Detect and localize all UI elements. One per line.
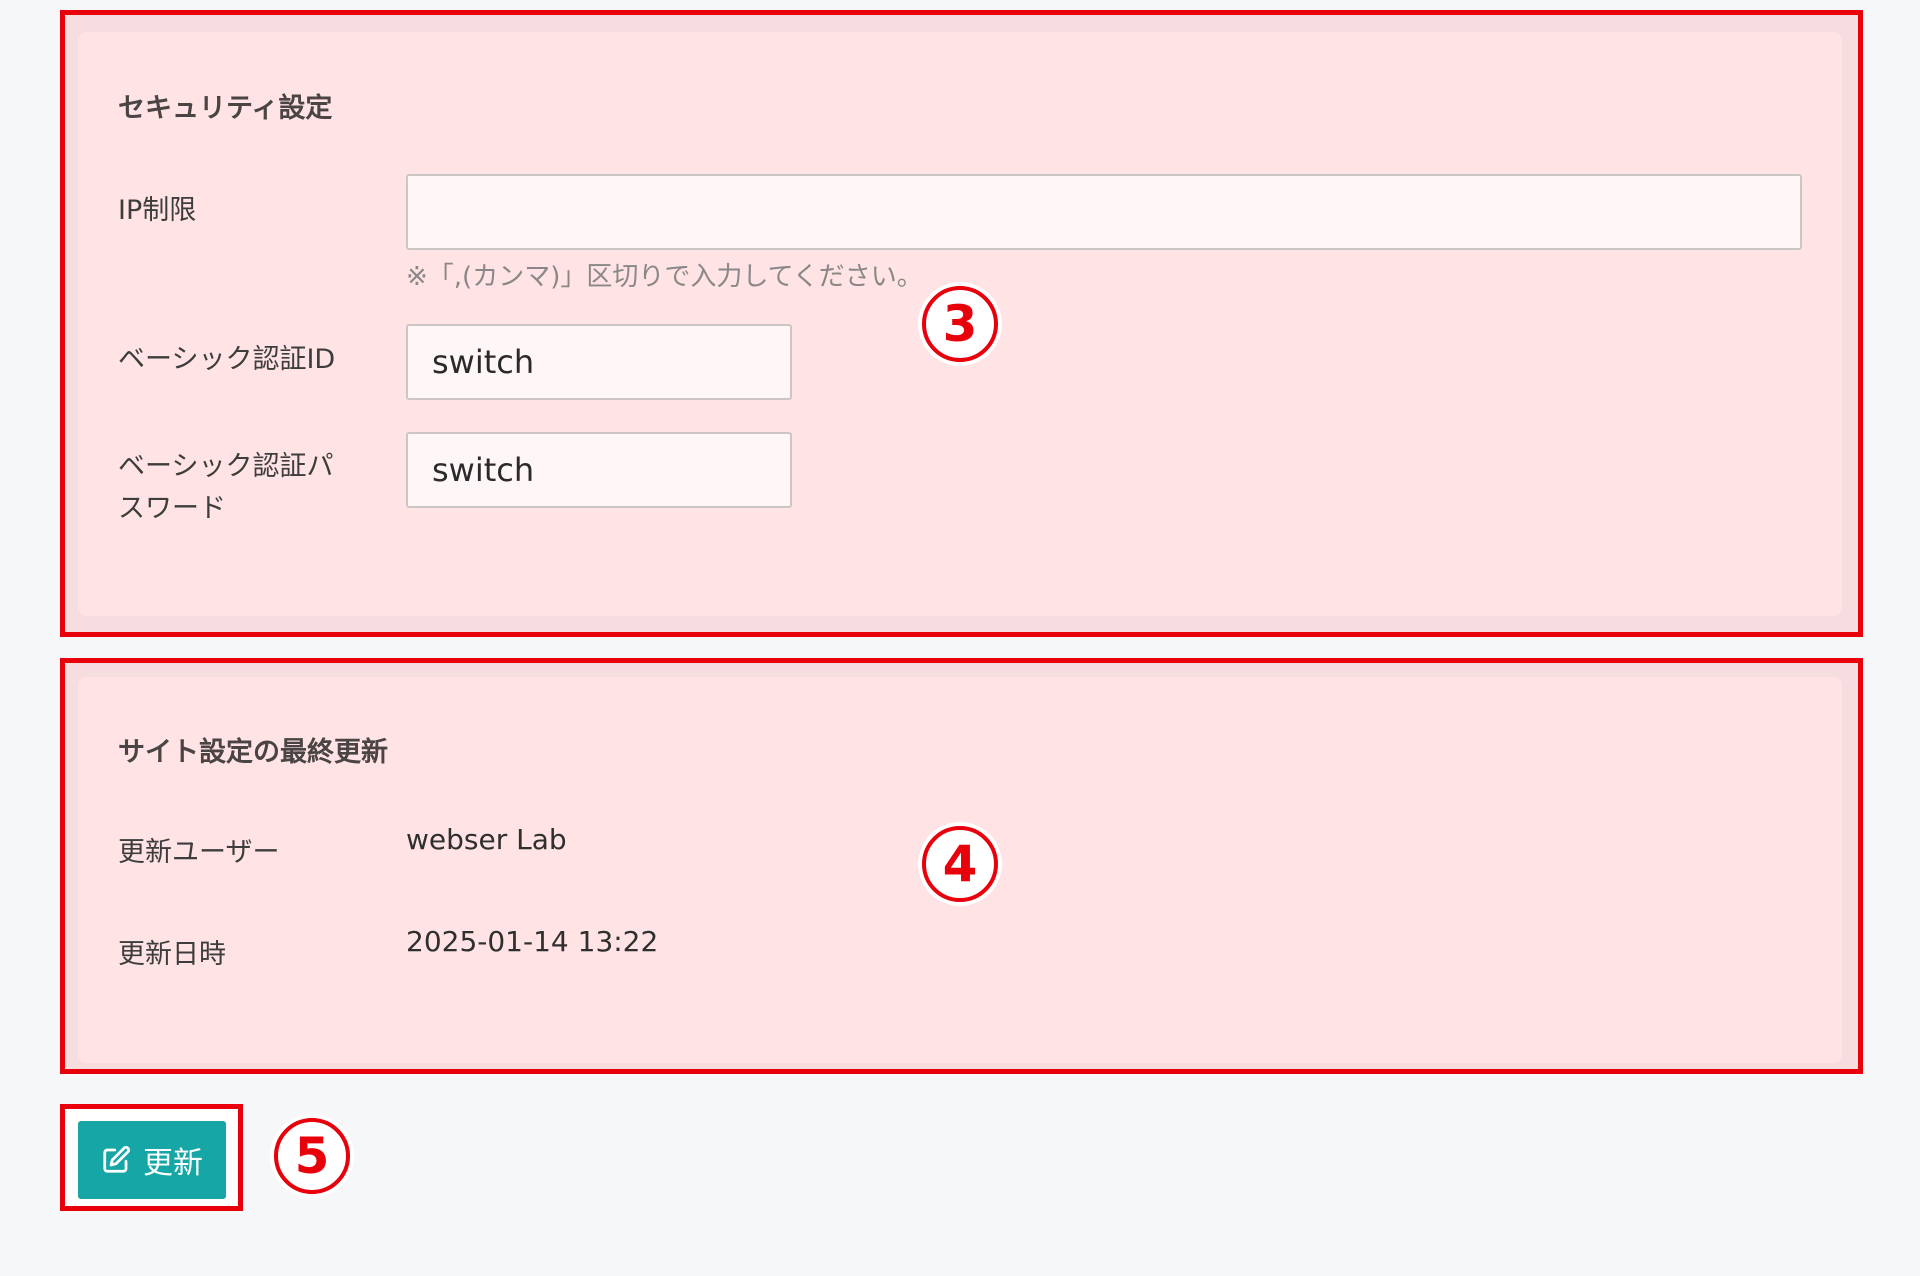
security-settings-title: セキュリティ設定 (118, 93, 333, 124)
last-update-title: サイト設定の最終更新 (118, 737, 388, 768)
update-button[interactable]: 更新 (78, 1121, 226, 1199)
basic-auth-id-label: ベーシック認証ID (118, 344, 336, 375)
ip-restriction-label: IP制限 (118, 195, 197, 226)
update-button-label: 更新 (143, 1146, 203, 1181)
basic-auth-password-label-line1: ベーシック認証パ (118, 451, 334, 482)
update-user-label: 更新ユーザー (118, 837, 280, 868)
update-user-value: webser Lab (406, 823, 567, 856)
edit-icon (101, 1145, 131, 1175)
basic-auth-password-label: ベーシック認証パ スワード (118, 446, 333, 530)
ip-restriction-hint: ※「,(カンマ)」区切りで入力してください。 (406, 262, 923, 292)
update-date-label: 更新日時 (118, 939, 226, 970)
basic-auth-password-label-line2: スワード (118, 493, 226, 524)
step-5-badge: 5 (274, 1118, 350, 1194)
update-date-value: 2025-01-14 13:22 (406, 925, 659, 958)
basic-auth-id-input[interactable] (406, 324, 792, 400)
step-3-badge: 3 (922, 286, 998, 362)
ip-restriction-input[interactable] (406, 174, 1802, 250)
step-4-badge: 4 (922, 826, 998, 902)
basic-auth-password-input[interactable] (406, 432, 792, 508)
